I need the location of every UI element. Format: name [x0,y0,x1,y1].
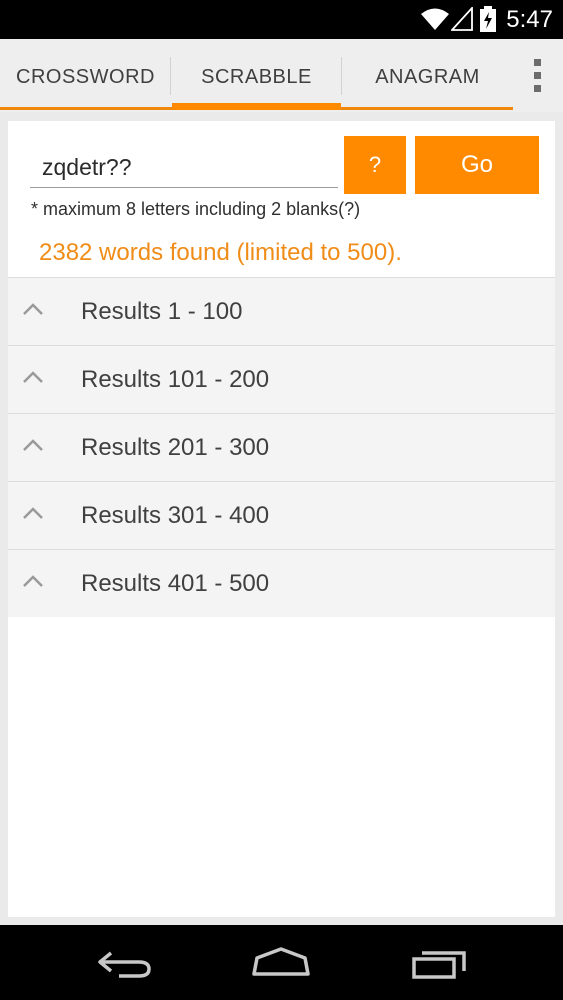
battery-icon [480,6,496,32]
tab-label: CROSSWORD [16,66,155,88]
result-group-row[interactable]: Results 301 - 400 [8,481,555,549]
search-input[interactable]: zqdetr?? [30,138,338,188]
tab-scrabble[interactable]: SCRABBLE [171,39,342,112]
chevron-up-icon [23,575,43,587]
tab-crossword[interactable]: CROSSWORD [0,39,171,112]
navigation-bar [0,925,563,1000]
chevron-up-icon [23,439,43,451]
signal-icon [451,7,473,31]
overflow-menu-icon[interactable] [520,57,556,97]
result-group-label: Results 101 - 200 [81,366,270,393]
result-group-row[interactable]: Results 401 - 500 [8,549,555,617]
home-icon[interactable] [249,943,313,983]
tab-label: SCRABBLE [201,66,312,88]
app-screen: CROSSWORD SCRABBLE ANAGRAM zqdetr?? ? Go… [0,39,563,925]
result-group-row[interactable]: Results 101 - 200 [8,345,555,413]
search-card: zqdetr?? ? Go * maximum 8 letters includ… [8,121,555,917]
wifi-icon [421,8,449,30]
chevron-up-icon [23,507,43,519]
tab-active-indicator [172,103,341,110]
result-group-row[interactable]: Results 1 - 100 [8,277,555,345]
help-button[interactable]: ? [344,136,406,194]
chevron-up-icon [23,371,43,383]
status-time: 5:47 [506,6,553,33]
result-group-label: Results 1 - 100 [81,298,243,325]
results-count: 2382 words found (limited to 500). [39,239,402,266]
result-group-label: Results 301 - 400 [81,502,270,529]
tab-anagram[interactable]: ANAGRAM [342,39,513,112]
result-group-row[interactable]: Results 201 - 300 [8,413,555,481]
recents-icon[interactable] [408,943,472,983]
go-button[interactable]: Go [415,136,539,194]
result-group-label: Results 201 - 300 [81,434,270,461]
results-list: Results 1 - 100 Results 101 - 200 Result… [8,277,555,617]
result-group-label: Results 401 - 500 [81,570,270,597]
back-icon[interactable] [93,943,157,983]
status-bar: 5:47 [0,0,563,39]
chevron-up-icon [23,303,43,315]
input-hint: * maximum 8 letters including 2 blanks(?… [31,199,361,219]
tab-label: ANAGRAM [375,66,480,88]
tab-bar: CROSSWORD SCRABBLE ANAGRAM [0,39,563,112]
